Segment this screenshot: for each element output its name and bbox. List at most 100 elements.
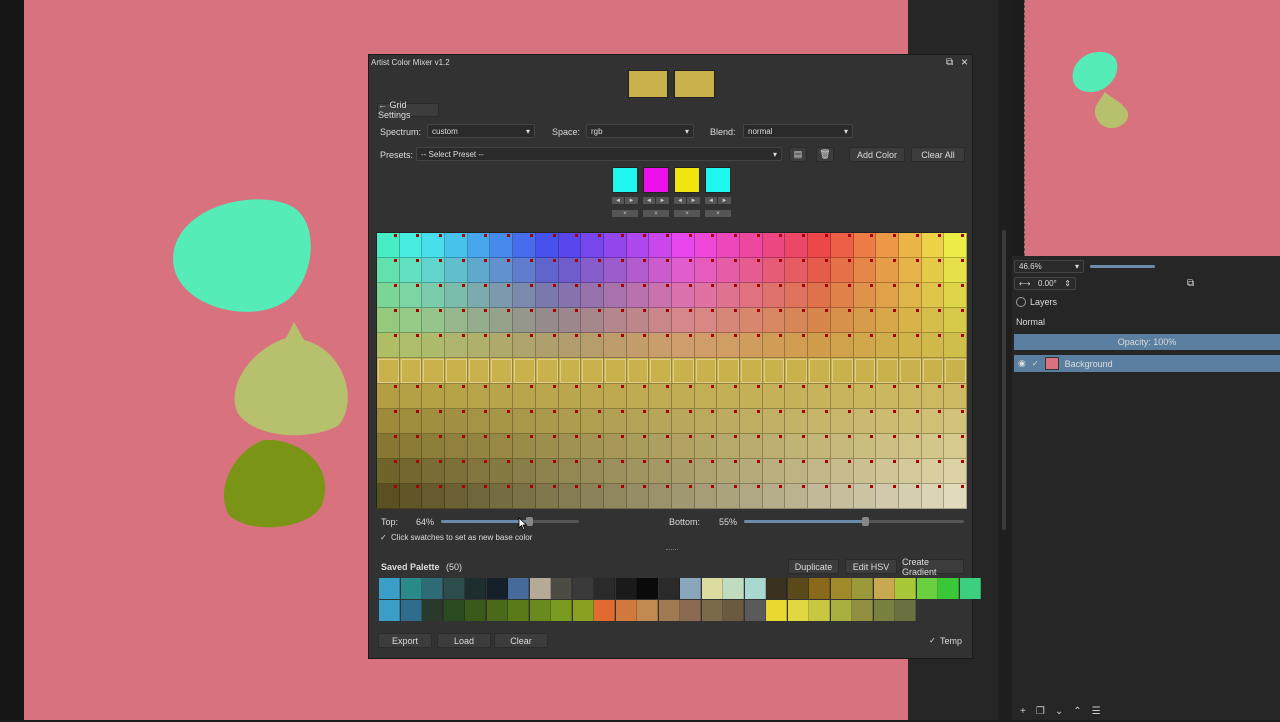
grid-swatch[interactable] (490, 283, 514, 309)
move-right-icon[interactable]: ► (625, 197, 638, 204)
export-button[interactable]: Export (378, 633, 432, 648)
grid-swatch[interactable] (422, 283, 446, 309)
move-left-icon[interactable]: ◄ (612, 197, 624, 204)
grid-swatch[interactable] (762, 308, 786, 334)
grid-swatch[interactable] (785, 408, 809, 434)
grid-swatch[interactable] (558, 483, 582, 509)
grid-swatch[interactable] (672, 408, 695, 434)
grid-swatch[interactable] (740, 358, 763, 384)
grid-swatch[interactable] (558, 383, 582, 409)
grid-swatch[interactable] (853, 433, 877, 459)
palette-swatch[interactable] (809, 578, 830, 599)
grid-swatch[interactable] (399, 308, 423, 334)
grid-swatch[interactable] (808, 383, 831, 409)
palette-swatch[interactable] (572, 600, 594, 621)
bottom-slider[interactable] (744, 517, 964, 526)
grid-swatch[interactable] (445, 483, 468, 509)
duplicate-button[interactable]: Duplicate (788, 559, 839, 574)
grid-swatch[interactable] (944, 458, 967, 484)
grid-swatch[interactable] (830, 258, 854, 284)
grid-swatch[interactable] (535, 333, 559, 359)
palette-swatch[interactable] (400, 578, 422, 599)
grid-swatch[interactable] (377, 283, 400, 309)
temp-checkbox[interactable]: ✓ (929, 636, 936, 645)
clear-button[interactable]: Clear (494, 633, 548, 648)
palette-swatch[interactable] (680, 600, 701, 621)
grid-swatch[interactable] (445, 433, 468, 459)
grid-swatch[interactable] (581, 383, 604, 409)
rotation-field[interactable]: ⟷ 0.00° ⇕ (1014, 277, 1076, 290)
grid-swatch[interactable] (603, 258, 627, 284)
grid-swatch[interactable] (944, 383, 967, 409)
palette-swatch[interactable] (572, 578, 594, 599)
duplicate-layer-icon[interactable]: ❐ (1036, 706, 1045, 717)
grid-swatch[interactable] (785, 333, 809, 359)
grid-swatch[interactable] (581, 258, 604, 284)
grid-swatch[interactable] (740, 233, 763, 259)
grid-swatch[interactable] (808, 333, 831, 359)
palette-swatch[interactable] (744, 600, 766, 621)
grid-swatch[interactable] (467, 458, 491, 484)
palette-swatch[interactable] (486, 600, 508, 621)
palette-swatch[interactable] (443, 600, 465, 621)
grid-swatch[interactable] (626, 358, 650, 384)
scrollbar-thumb[interactable] (1002, 230, 1006, 530)
grid-swatch[interactable] (921, 433, 945, 459)
grid-swatch[interactable] (377, 258, 400, 284)
grid-swatch[interactable] (717, 258, 741, 284)
grid-swatch[interactable] (740, 333, 763, 359)
palette-swatch[interactable] (615, 600, 637, 621)
grid-swatch[interactable] (581, 483, 604, 509)
palette-swatch[interactable] (787, 578, 809, 599)
grid-swatch[interactable] (513, 258, 536, 284)
grid-swatch[interactable] (853, 233, 877, 259)
grid-swatch[interactable] (513, 308, 536, 334)
grid-swatch[interactable] (603, 383, 627, 409)
grid-swatch[interactable] (853, 308, 877, 334)
grid-swatch[interactable] (853, 458, 877, 484)
grid-swatch[interactable] (762, 383, 786, 409)
grid-swatch[interactable] (535, 483, 559, 509)
grid-swatch[interactable] (694, 408, 718, 434)
grid-swatch[interactable] (944, 408, 967, 434)
grid-swatch[interactable] (921, 383, 945, 409)
grid-swatch[interactable] (603, 308, 627, 334)
grid-swatch[interactable] (581, 358, 604, 384)
grid-swatch[interactable] (672, 233, 695, 259)
grid-swatch[interactable] (944, 283, 967, 309)
grid-swatch[interactable] (740, 283, 763, 309)
grid-swatch[interactable] (785, 283, 809, 309)
grid-swatch[interactable] (876, 458, 899, 484)
grid-swatch[interactable] (422, 308, 446, 334)
move-left-icon[interactable]: ◄ (643, 197, 655, 204)
grid-swatch[interactable] (740, 308, 763, 334)
grid-swatch[interactable] (830, 358, 854, 384)
grid-swatch[interactable] (740, 383, 763, 409)
move-down-icon[interactable]: ⌄ (1055, 706, 1063, 717)
grid-swatch[interactable] (490, 233, 514, 259)
palette-swatch[interactable] (658, 600, 680, 621)
grid-swatch[interactable] (467, 433, 491, 459)
edit-hsv-button[interactable]: Edit HSV (845, 559, 897, 574)
create-gradient-button[interactable]: Create Gradient (901, 557, 964, 577)
grid-swatch[interactable] (717, 358, 741, 384)
grid-swatch[interactable] (672, 308, 695, 334)
grid-swatch[interactable] (694, 333, 718, 359)
grid-swatch[interactable] (399, 458, 423, 484)
grid-swatch[interactable] (876, 308, 899, 334)
grid-swatch[interactable] (558, 458, 582, 484)
grid-swatch[interactable] (694, 258, 718, 284)
grid-swatch[interactable] (808, 233, 831, 259)
grid-swatch[interactable] (581, 233, 604, 259)
grid-swatch[interactable] (944, 358, 967, 384)
grid-swatch[interactable] (898, 458, 922, 484)
grid-swatch[interactable] (626, 383, 650, 409)
grid-swatch[interactable] (830, 333, 854, 359)
grid-swatch[interactable] (467, 308, 491, 334)
palette-swatch[interactable] (529, 578, 551, 599)
grid-swatch[interactable] (694, 308, 718, 334)
remove-stop-icon[interactable]: × (674, 210, 700, 217)
grid-swatch[interactable] (762, 358, 786, 384)
grid-swatch[interactable] (898, 358, 922, 384)
grid-swatch[interactable] (876, 358, 899, 384)
